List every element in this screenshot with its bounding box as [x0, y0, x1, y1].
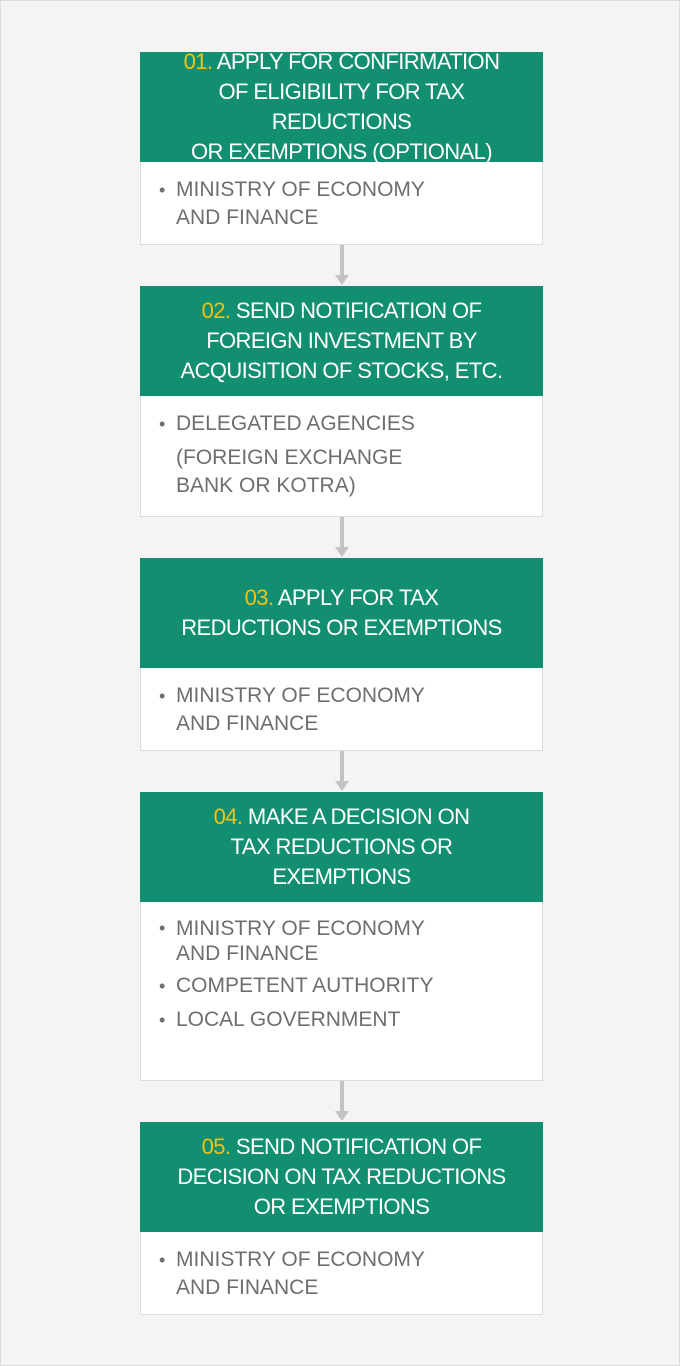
step-2-agencies: • DELEGATED AGENCIES (FOREIGN EXCHANGE B…	[140, 396, 543, 517]
step-1-title-block: 01. APPLY FOR CONFIRMATION OF ELIGIBILIT…	[148, 47, 535, 167]
step-3-header: 03. APPLY FOR TAX REDUCTIONS OR EXEMPTIO…	[140, 558, 543, 668]
bullet-icon: •	[159, 414, 166, 434]
step-3-title-block: 03. APPLY FOR TAX REDUCTIONS OR EXEMPTIO…	[181, 583, 502, 643]
arrow-down-icon	[335, 275, 349, 285]
agency-item: • MINISTRY OF ECONOMY AND FINANCE	[159, 682, 522, 738]
agency-name: MINISTRY OF ECONOMY AND FINANCE	[176, 1248, 425, 1299]
flow-arrow-4	[335, 1081, 349, 1121]
step-1-header: 01. APPLY FOR CONFIRMATION OF ELIGIBILIT…	[140, 49, 543, 164]
step-3-number: 03.	[244, 585, 274, 610]
agency-item: • LOCAL GOVERNMENT	[159, 1006, 522, 1034]
step-3: 03. APPLY FOR TAX REDUCTIONS OR EXEMPTIO…	[140, 558, 543, 751]
agency-name: MINISTRY OF ECONOMY AND FINANCE	[176, 178, 425, 229]
agency-name: COMPETENT AUTHORITY	[176, 974, 434, 997]
agency-item: • DELEGATED AGENCIES	[159, 410, 522, 438]
diagram-frame: 01. APPLY FOR CONFIRMATION OF ELIGIBILIT…	[0, 0, 680, 1366]
arrow-down-icon	[335, 547, 349, 557]
arrow-down-icon	[335, 1111, 349, 1121]
step-2-title-block: 02. SEND NOTIFICATION OF FOREIGN INVESTM…	[181, 296, 504, 386]
agency-name: LOCAL GOVERNMENT	[176, 1008, 401, 1031]
flow-arrow-2	[335, 517, 349, 557]
agency-note: (FOREIGN EXCHANGE BANK OR KOTRA)	[176, 446, 403, 497]
step-1-title: APPLY FOR CONFIRMATION OF ELIGIBILITY FO…	[191, 49, 500, 164]
bullet-icon: •	[159, 1010, 166, 1030]
step-5-agencies: • MINISTRY OF ECONOMY AND FINANCE	[140, 1232, 543, 1315]
step-4-title: MAKE A DECISION ON TAX REDUCTIONS OR EXE…	[230, 804, 470, 889]
agency-item: • MINISTRY OF ECONOMY AND FINANCE	[159, 176, 522, 232]
bullet-icon: •	[159, 918, 166, 938]
step-3-agencies: • MINISTRY OF ECONOMY AND FINANCE	[140, 668, 543, 751]
step-5-title-block: 05. SEND NOTIFICATION OF DECISION ON TAX…	[177, 1132, 506, 1222]
step-1-number: 01.	[183, 49, 213, 74]
bullet-icon: •	[159, 976, 166, 996]
step-4-agencies: • MINISTRY OF ECONOMY AND FINANCE • COMP…	[140, 902, 543, 1081]
step-1: 01. APPLY FOR CONFIRMATION OF ELIGIBILIT…	[140, 49, 543, 245]
flow-arrow-1	[335, 245, 349, 285]
step-4-header: 04. MAKE A DECISION ON TAX REDUCTIONS OR…	[140, 792, 543, 902]
arrow-down-icon	[335, 781, 349, 791]
step-1-agencies: • MINISTRY OF ECONOMY AND FINANCE	[140, 162, 543, 245]
step-2-header: 02. SEND NOTIFICATION OF FOREIGN INVESTM…	[140, 286, 543, 396]
bullet-icon: •	[159, 1250, 166, 1270]
step-2-number: 02.	[201, 298, 231, 323]
step-3-title: APPLY FOR TAX REDUCTIONS OR EXEMPTIONS	[181, 585, 502, 640]
step-5: 05. SEND NOTIFICATION OF DECISION ON TAX…	[140, 1122, 543, 1315]
flow-arrow-3	[335, 751, 349, 791]
step-2: 02. SEND NOTIFICATION OF FOREIGN INVESTM…	[140, 286, 543, 517]
agency-name: DELEGATED AGENCIES	[176, 412, 415, 435]
step-4-number: 04.	[213, 804, 243, 829]
agency-name: MINISTRY OF ECONOMY AND FINANCE	[176, 684, 425, 735]
step-5-number: 05.	[201, 1134, 231, 1159]
step-4-title-block: 04. MAKE A DECISION ON TAX REDUCTIONS OR…	[214, 802, 470, 892]
agency-item: • MINISTRY OF ECONOMY AND FINANCE	[159, 916, 522, 966]
bullet-icon: •	[159, 686, 166, 706]
agency-name: MINISTRY OF ECONOMY AND FINANCE	[176, 917, 425, 965]
step-4: 04. MAKE A DECISION ON TAX REDUCTIONS OR…	[140, 792, 543, 1081]
agency-item: • MINISTRY OF ECONOMY AND FINANCE	[159, 1246, 522, 1302]
agency-item: • COMPETENT AUTHORITY	[159, 972, 522, 1000]
bullet-icon: •	[159, 180, 166, 200]
step-5-header: 05. SEND NOTIFICATION OF DECISION ON TAX…	[140, 1122, 543, 1232]
